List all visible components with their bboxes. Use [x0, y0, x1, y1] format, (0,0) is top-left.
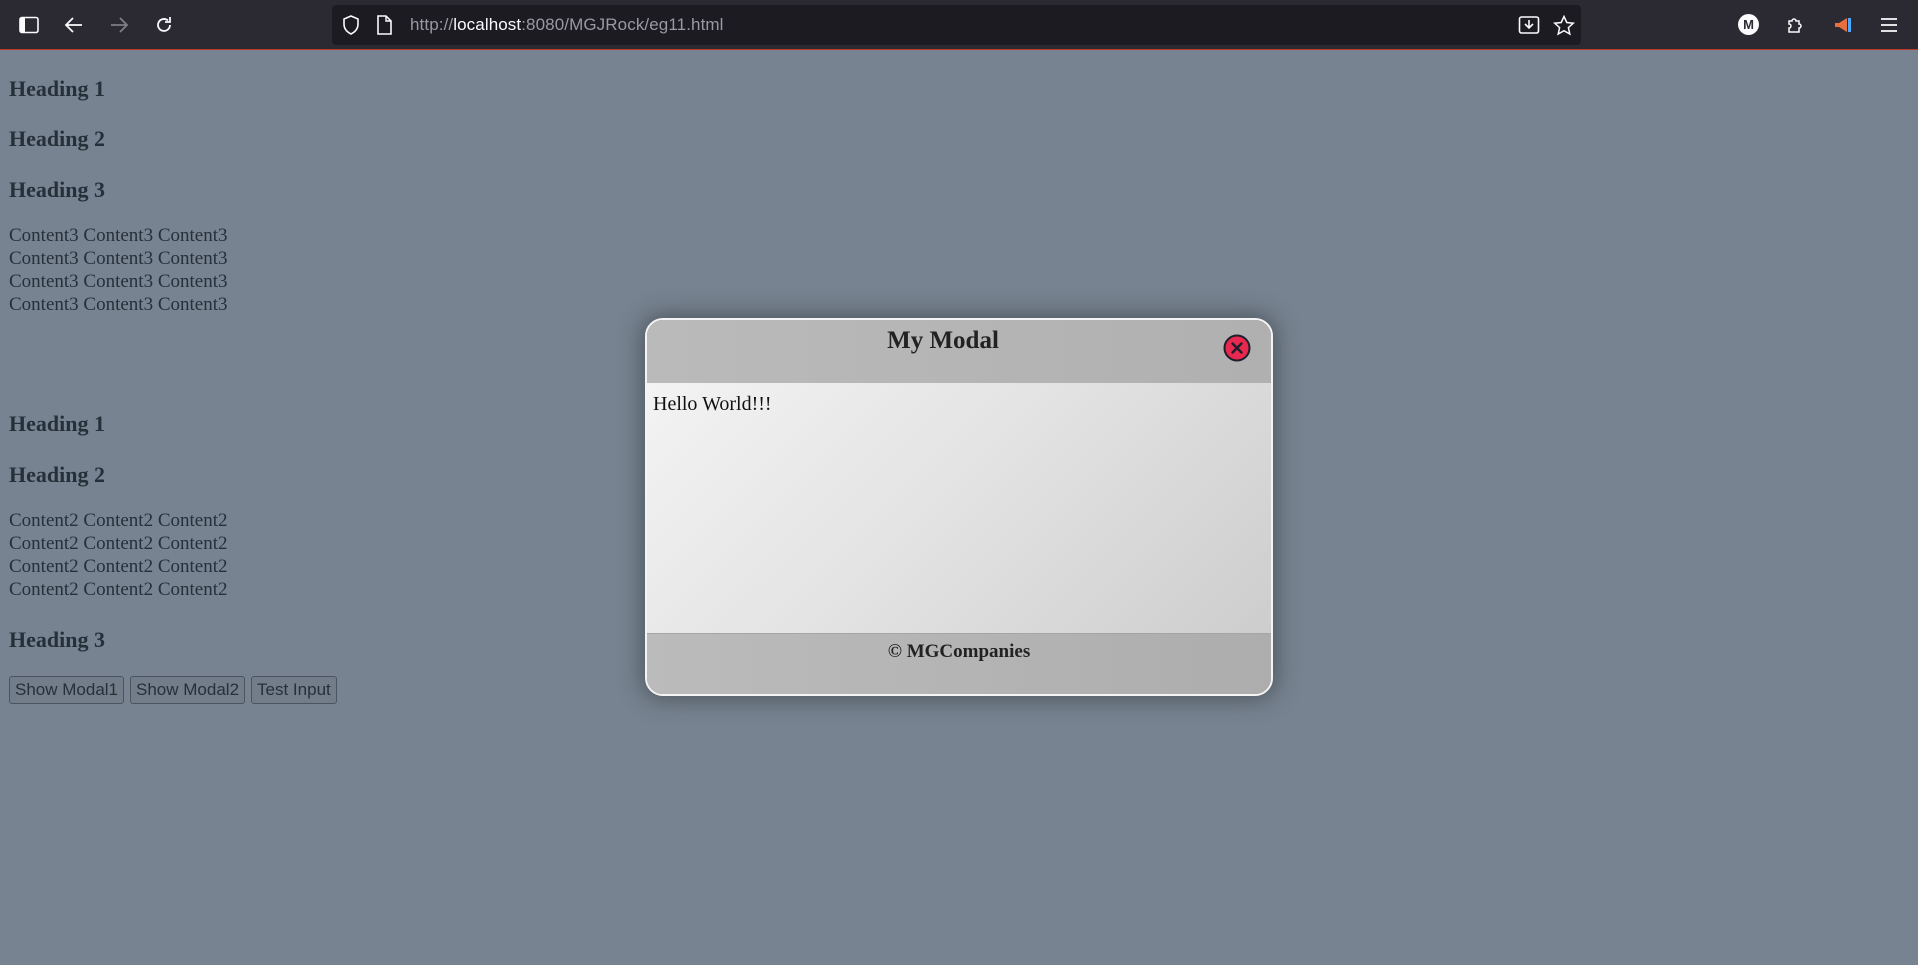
url-text[interactable]: http://localhost:8080/MGJRock/eg11.html — [410, 15, 724, 35]
heading-2: Heading 2 — [9, 126, 105, 151]
reload-icon[interactable] — [151, 12, 177, 38]
menu-hamburger-icon[interactable] — [1876, 12, 1902, 38]
sidebar-toggle-icon[interactable] — [16, 12, 42, 38]
account-avatar[interactable]: M — [1738, 14, 1759, 35]
heading-1: Heading 1 — [9, 76, 105, 101]
content3-line: Content3 Content3 Content3 — [9, 248, 228, 269]
content3-line: Content3 Content3 Content3 — [9, 294, 228, 315]
content3-line: Content3 Content3 Content3 — [9, 225, 228, 246]
modal-footer-text: © MGCompanies — [887, 641, 1031, 662]
heading-3: Heading 3 — [9, 177, 105, 202]
test-input-button[interactable]: Test Input — [251, 676, 337, 704]
modal-body-text: Hello World!!! — [653, 393, 772, 415]
forward-arrow-icon[interactable] — [106, 12, 132, 38]
show-modal2-button[interactable]: Show Modal2 — [130, 676, 246, 704]
save-to-pocket-icon[interactable] — [1518, 15, 1540, 35]
heading-3: Heading 3 — [9, 627, 105, 652]
heading-2: Heading 2 — [9, 462, 105, 487]
modal-body: Hello World!!! — [647, 383, 1271, 633]
content3-line: Content3 Content3 Content3 — [9, 271, 228, 292]
bookmark-star-icon[interactable] — [1553, 15, 1575, 36]
modal-title: My Modal — [887, 327, 999, 354]
back-arrow-icon[interactable] — [61, 12, 87, 38]
page-icon[interactable] — [376, 15, 392, 35]
content2-line: Content2 Content2 Content2 — [9, 556, 228, 577]
content2-line: Content2 Content2 Content2 — [9, 533, 228, 554]
show-modal1-button[interactable]: Show Modal1 — [9, 676, 125, 704]
address-bar[interactable]: http://localhost:8080/MGJRock/eg11.html — [332, 5, 1581, 45]
close-icon[interactable] — [1223, 334, 1251, 362]
modal-dialog: My Modal Hello World!!! © MGCompanies — [645, 318, 1273, 696]
modal-footer: © MGCompanies — [647, 633, 1271, 694]
content2-line: Content2 Content2 Content2 — [9, 579, 228, 600]
modal-header: My Modal — [647, 320, 1271, 384]
content2-line: Content2 Content2 Content2 — [9, 510, 228, 531]
extension-megaphone-icon[interactable] — [1830, 12, 1856, 38]
extensions-puzzle-icon[interactable] — [1782, 12, 1808, 38]
heading-1: Heading 1 — [9, 411, 105, 436]
shield-icon[interactable] — [342, 15, 360, 35]
browser-toolbar: http://localhost:8080/MGJRock/eg11.html … — [0, 0, 1918, 50]
button-row: Show Modal1 Show Modal2 Test Input — [9, 676, 337, 704]
modal-close-button[interactable] — [1223, 334, 1251, 362]
